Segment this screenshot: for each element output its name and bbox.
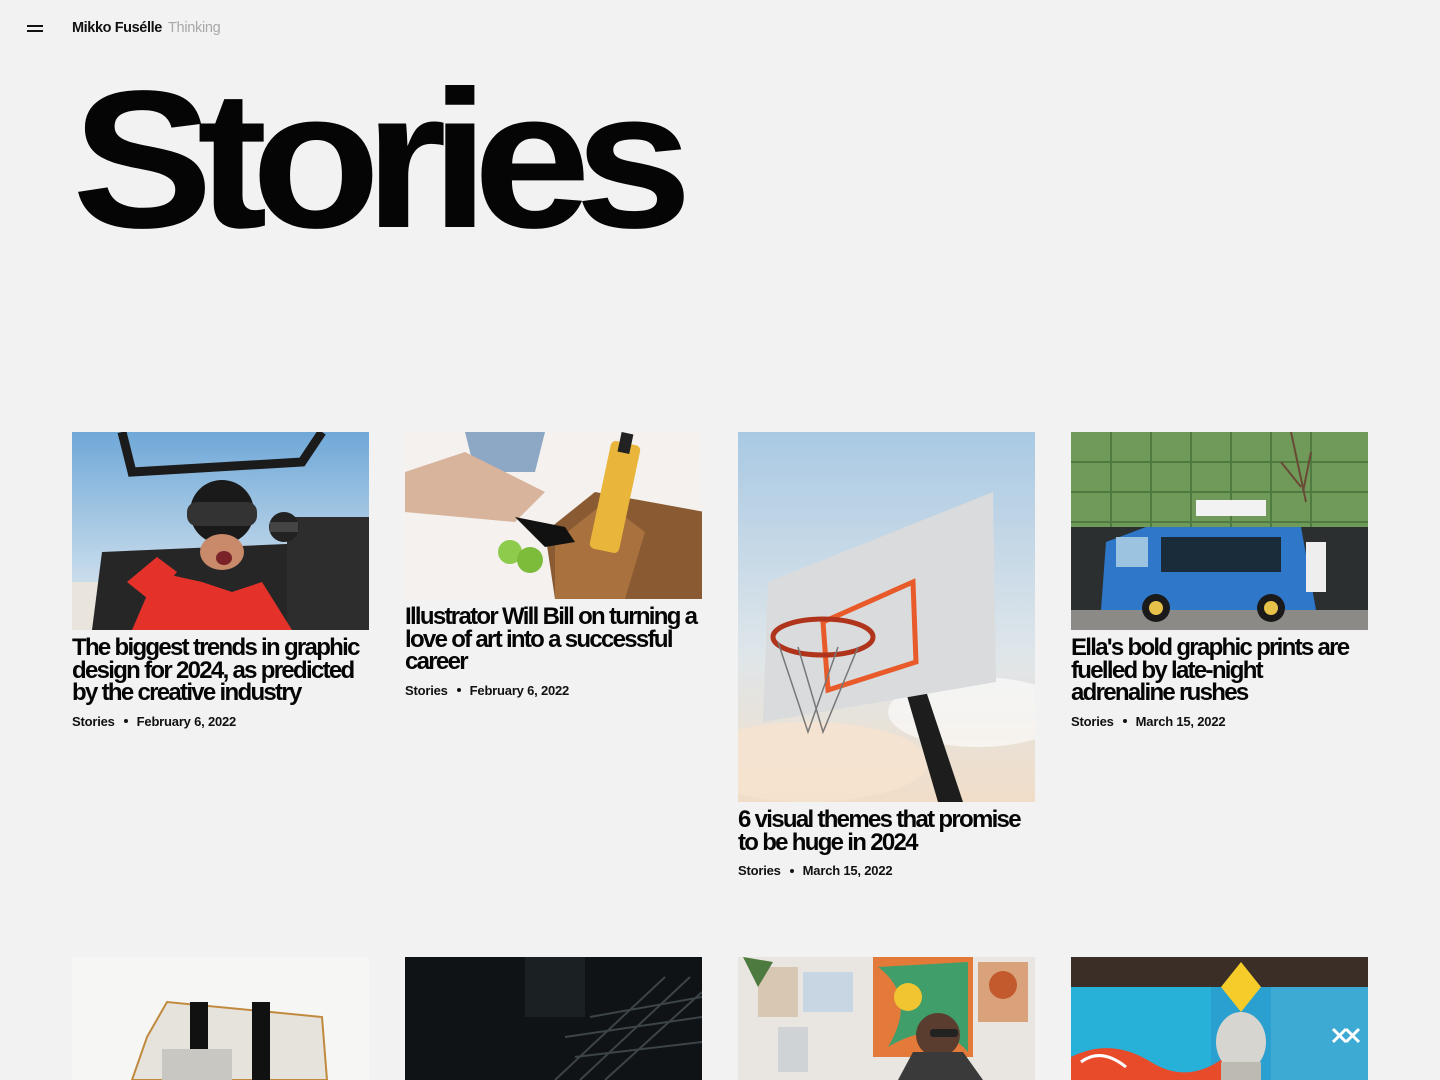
story-title[interactable]: 6 visual themes that promise to be huge …	[738, 808, 1035, 855]
story-image[interactable]	[72, 432, 369, 630]
story-category[interactable]: Stories	[405, 683, 448, 698]
story-card: Illustrator Will Bill on turning a love …	[405, 432, 702, 698]
story-meta: Stories February 6, 2022	[72, 714, 369, 729]
story-date: March 15, 2022	[802, 863, 893, 878]
story-date: February 6, 2022	[469, 682, 570, 698]
story-card: Ella's bold graphic prints are fuelled b…	[1071, 432, 1368, 729]
story-category[interactable]: Stories	[1071, 714, 1114, 729]
story-meta: Stories March 15, 2022	[738, 863, 1035, 878]
hamburger-menu-icon[interactable]	[27, 22, 45, 36]
story-title[interactable]: Illustrator Will Bill on turning a love …	[405, 605, 702, 674]
story-image[interactable]	[405, 957, 703, 1080]
story-image[interactable]	[738, 432, 1035, 802]
page-title: Stories	[72, 50, 692, 269]
brand-link[interactable]: Mikko Fuséllе	[72, 20, 162, 36]
story-image[interactable]	[1071, 957, 1368, 1080]
story-card: 6 visual themes that promise to be huge …	[738, 432, 1035, 878]
story-card: The biggest trends in graphic design for…	[72, 432, 369, 729]
separator-dot-icon	[456, 688, 461, 692]
story-category[interactable]: Stories	[738, 863, 781, 878]
story-image[interactable]	[405, 432, 702, 599]
story-title[interactable]: Ella's bold graphic prints are fuelled b…	[1071, 636, 1368, 705]
story-image[interactable]	[1071, 432, 1368, 630]
section-link[interactable]: Thinking	[168, 20, 221, 36]
separator-dot-icon	[789, 868, 794, 873]
story-date: February 6, 2022	[136, 713, 237, 729]
separator-dot-icon	[1122, 719, 1127, 723]
story-meta: Stories February 6, 2022	[405, 683, 702, 698]
story-meta: Stories March 15, 2022	[1071, 714, 1368, 729]
separator-dot-icon	[123, 719, 128, 723]
story-image[interactable]	[72, 957, 369, 1080]
story-title[interactable]: The biggest trends in graphic design for…	[72, 636, 369, 705]
story-category[interactable]: Stories	[72, 714, 115, 729]
story-image[interactable]	[738, 957, 1035, 1080]
story-date: March 15, 2022	[1135, 713, 1226, 729]
